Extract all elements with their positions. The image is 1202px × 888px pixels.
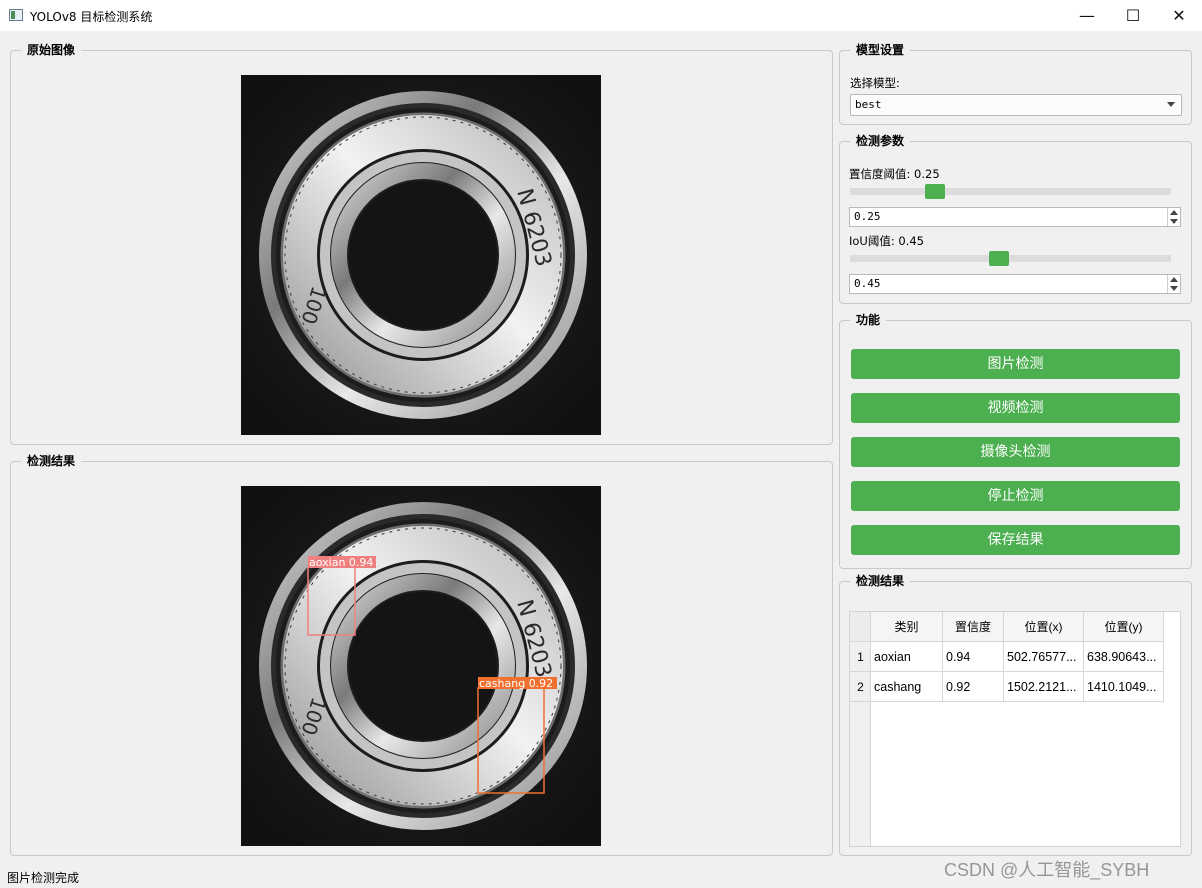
results-table-panel: 检测结果 类别 置信度 位置(x) 位置(y) 1 aoxian 0.94 50… [839,573,1192,856]
spin-down-icon[interactable] [1170,219,1178,224]
iou-slider[interactable] [850,251,1171,266]
confidence-label: 置信度阈值: 0.25 [849,167,940,181]
detection-params-title: 检测参数 [850,133,911,149]
stop-detect-button[interactable]: 停止检测 [851,481,1180,511]
confidence-slider[interactable] [850,184,1171,199]
row-number[interactable]: 1 [850,642,871,672]
minimize-button[interactable]: — [1064,0,1110,31]
save-results-button[interactable]: 保存结果 [851,525,1180,555]
functions-title: 功能 [850,312,887,328]
bearing-image [241,75,601,435]
detection-label-aoxian: aoxian 0.94 [309,556,373,569]
results-table-title: 检测结果 [850,573,911,589]
confidence-spinbox-value: 0.25 [854,210,881,223]
model-select-label: 选择模型: [850,76,900,90]
iou-slider-handle[interactable] [989,251,1009,266]
table-cell[interactable]: cashang [871,672,943,702]
column-header-confidence[interactable]: 置信度 [943,612,1004,642]
watermark: CSDN @人工智能_SYBH [944,860,1150,880]
column-header-position-y[interactable]: 位置(y) [1084,612,1164,642]
iou-label: IoU阈值: 0.45 [849,234,924,248]
original-image [241,75,601,435]
close-button[interactable]: ✕ [1156,0,1202,31]
result-image-panel: 检测结果 aoxian 0.94 cashang 0.92 [10,453,833,856]
image-detect-button[interactable]: 图片检测 [851,349,1180,379]
iou-spinbox[interactable]: 0.45 [849,274,1181,294]
table-cell[interactable]: 638.90643... [1084,642,1164,672]
table-cell[interactable]: 1502.2121... [1004,672,1084,702]
row-number[interactable]: 2 [850,672,871,702]
detection-label-cashang: cashang 0.92 [479,677,553,690]
model-settings-panel: 模型设置 选择模型: best [839,42,1192,125]
spin-up-icon[interactable] [1170,277,1178,282]
confidence-slider-handle[interactable] [925,184,945,199]
table-cell[interactable]: 1410.1049... [1084,672,1164,702]
iou-spinbox-value: 0.45 [854,277,881,290]
functions-panel: 功能 图片检测 视频检测 摄像头检测 停止检测 保存结果 [839,312,1192,569]
result-image: aoxian 0.94 cashang 0.92 [241,486,601,846]
spin-down-icon[interactable] [1170,286,1178,291]
result-image-title: 检测结果 [21,453,82,469]
app-icon [9,9,23,21]
status-bar-text: 图片检测完成 [7,871,80,885]
camera-detect-button[interactable]: 摄像头检测 [851,437,1180,467]
title-bar: YOLOv8 目标检测系统 — ☐ ✕ [0,0,1202,31]
original-image-panel: 原始图像 [10,42,833,445]
table-cell[interactable]: aoxian [871,642,943,672]
maximize-button[interactable]: ☐ [1110,0,1156,31]
model-select-value: best [855,98,882,111]
video-detect-button[interactable]: 视频检测 [851,393,1180,423]
model-select[interactable]: best [850,94,1182,116]
confidence-spinbox[interactable]: 0.25 [849,207,1181,227]
model-settings-title: 模型设置 [850,42,911,58]
iou-spin-arrows[interactable] [1167,275,1180,293]
original-image-title: 原始图像 [21,42,82,58]
table-cell[interactable]: 0.94 [943,642,1004,672]
table-cell[interactable]: 502.76577... [1004,642,1084,672]
spin-up-icon[interactable] [1170,210,1178,215]
column-header-position-x[interactable]: 位置(x) [1004,612,1084,642]
table-cell[interactable]: 0.92 [943,672,1004,702]
confidence-spin-arrows[interactable] [1167,208,1180,226]
detection-params-panel: 检测参数 置信度阈值: 0.25 0.25 IoU阈值: 0.45 0.45 [839,133,1192,304]
window-title: YOLOv8 目标检测系统 [30,10,153,24]
chevron-down-icon [1167,102,1175,107]
column-header-class[interactable]: 类别 [871,612,943,642]
results-table[interactable]: 类别 置信度 位置(x) 位置(y) 1 aoxian 0.94 502.765… [849,611,1181,847]
annotated-bearing-image: aoxian 0.94 cashang 0.92 [241,486,601,846]
table-corner[interactable] [850,612,871,642]
